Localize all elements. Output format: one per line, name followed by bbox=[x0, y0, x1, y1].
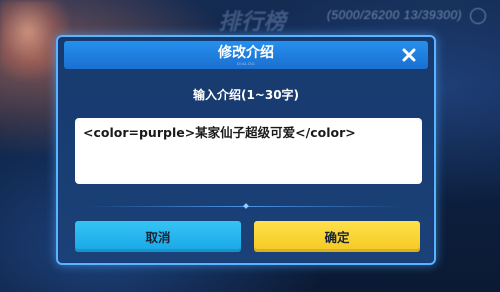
dialog-header: 修改介绍 DIALOG bbox=[64, 41, 428, 69]
divider-ornament bbox=[243, 203, 249, 209]
dialog-title: 修改介绍 bbox=[218, 45, 274, 61]
dialog-subtitle: DIALOG bbox=[236, 61, 256, 66]
divider bbox=[88, 203, 404, 209]
cancel-button[interactable]: 取消 bbox=[75, 221, 241, 252]
background-hud: 排行榜 (5000/26200 13/39300) bbox=[218, 8, 486, 34]
background-stats: (5000/26200 13/39300) bbox=[326, 8, 463, 23]
confirm-button[interactable]: 确定 bbox=[254, 221, 420, 252]
help-icon bbox=[470, 8, 486, 24]
intro-prompt-label: 输入介绍(1~30字) bbox=[192, 88, 300, 102]
intro-input[interactable]: <color=purple>某家仙子超级可爱</color> bbox=[75, 118, 422, 184]
close-icon bbox=[402, 48, 416, 62]
background-title: 排行榜 bbox=[218, 9, 286, 34]
edit-intro-dialog: 修改介绍 DIALOG 输入介绍(1~30字) <color=purple>某家… bbox=[56, 35, 436, 265]
close-button[interactable] bbox=[398, 44, 420, 66]
